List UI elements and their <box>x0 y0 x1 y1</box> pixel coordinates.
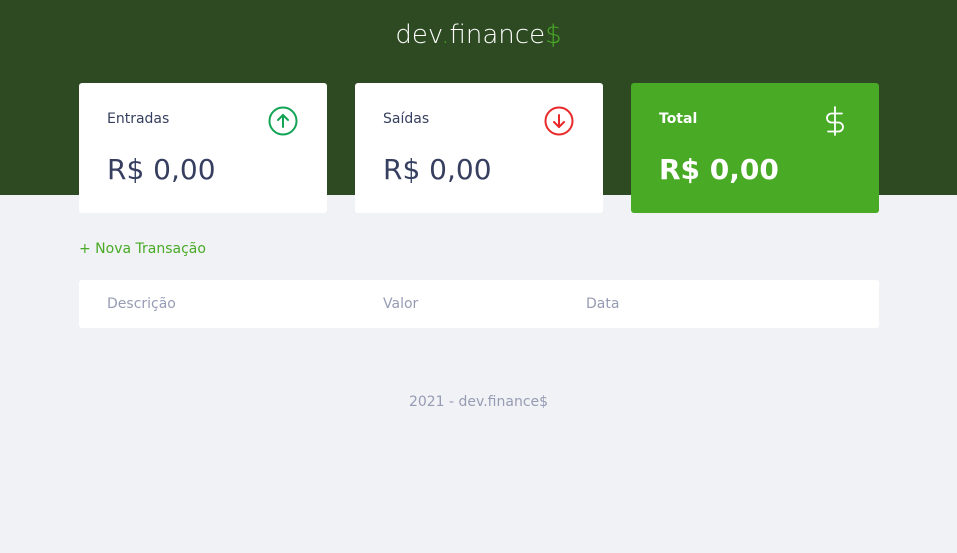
expense-card: Saídas R$ 0,00 <box>355 83 603 213</box>
column-header-date: Data <box>586 296 620 312</box>
logo-dot: . <box>441 20 450 50</box>
transactions-table: Descrição Valor Data <box>79 280 879 328</box>
logo-text-dev: dev <box>395 20 442 50</box>
arrow-up-circle-icon <box>268 106 298 136</box>
page-footer: 2021 - dev.finance$ <box>0 394 957 410</box>
footer-text: 2021 - dev.finance$ <box>408 394 549 410</box>
new-transaction-button[interactable]: + Nova Transação <box>79 241 206 257</box>
arrow-down-circle-icon <box>544 106 574 136</box>
logo-text-finance: finance <box>449 20 546 50</box>
expense-card-value: R$ 0,00 <box>383 153 492 186</box>
dollar-sign-icon <box>826 106 844 136</box>
column-header-description: Descrição <box>107 296 176 312</box>
column-header-value: Valor <box>383 296 419 312</box>
total-card-value: R$ 0,00 <box>659 153 779 186</box>
app-logo: dev.finance$ <box>0 20 957 50</box>
total-card: Total R$ 0,00 <box>631 83 879 213</box>
balance-summary: Entradas R$ 0,00 Saídas R$ 0,00 Total R$… <box>79 83 879 213</box>
logo-dollar-symbol: $ <box>545 20 562 50</box>
income-card: Entradas R$ 0,00 <box>79 83 327 213</box>
income-card-value: R$ 0,00 <box>107 153 216 186</box>
